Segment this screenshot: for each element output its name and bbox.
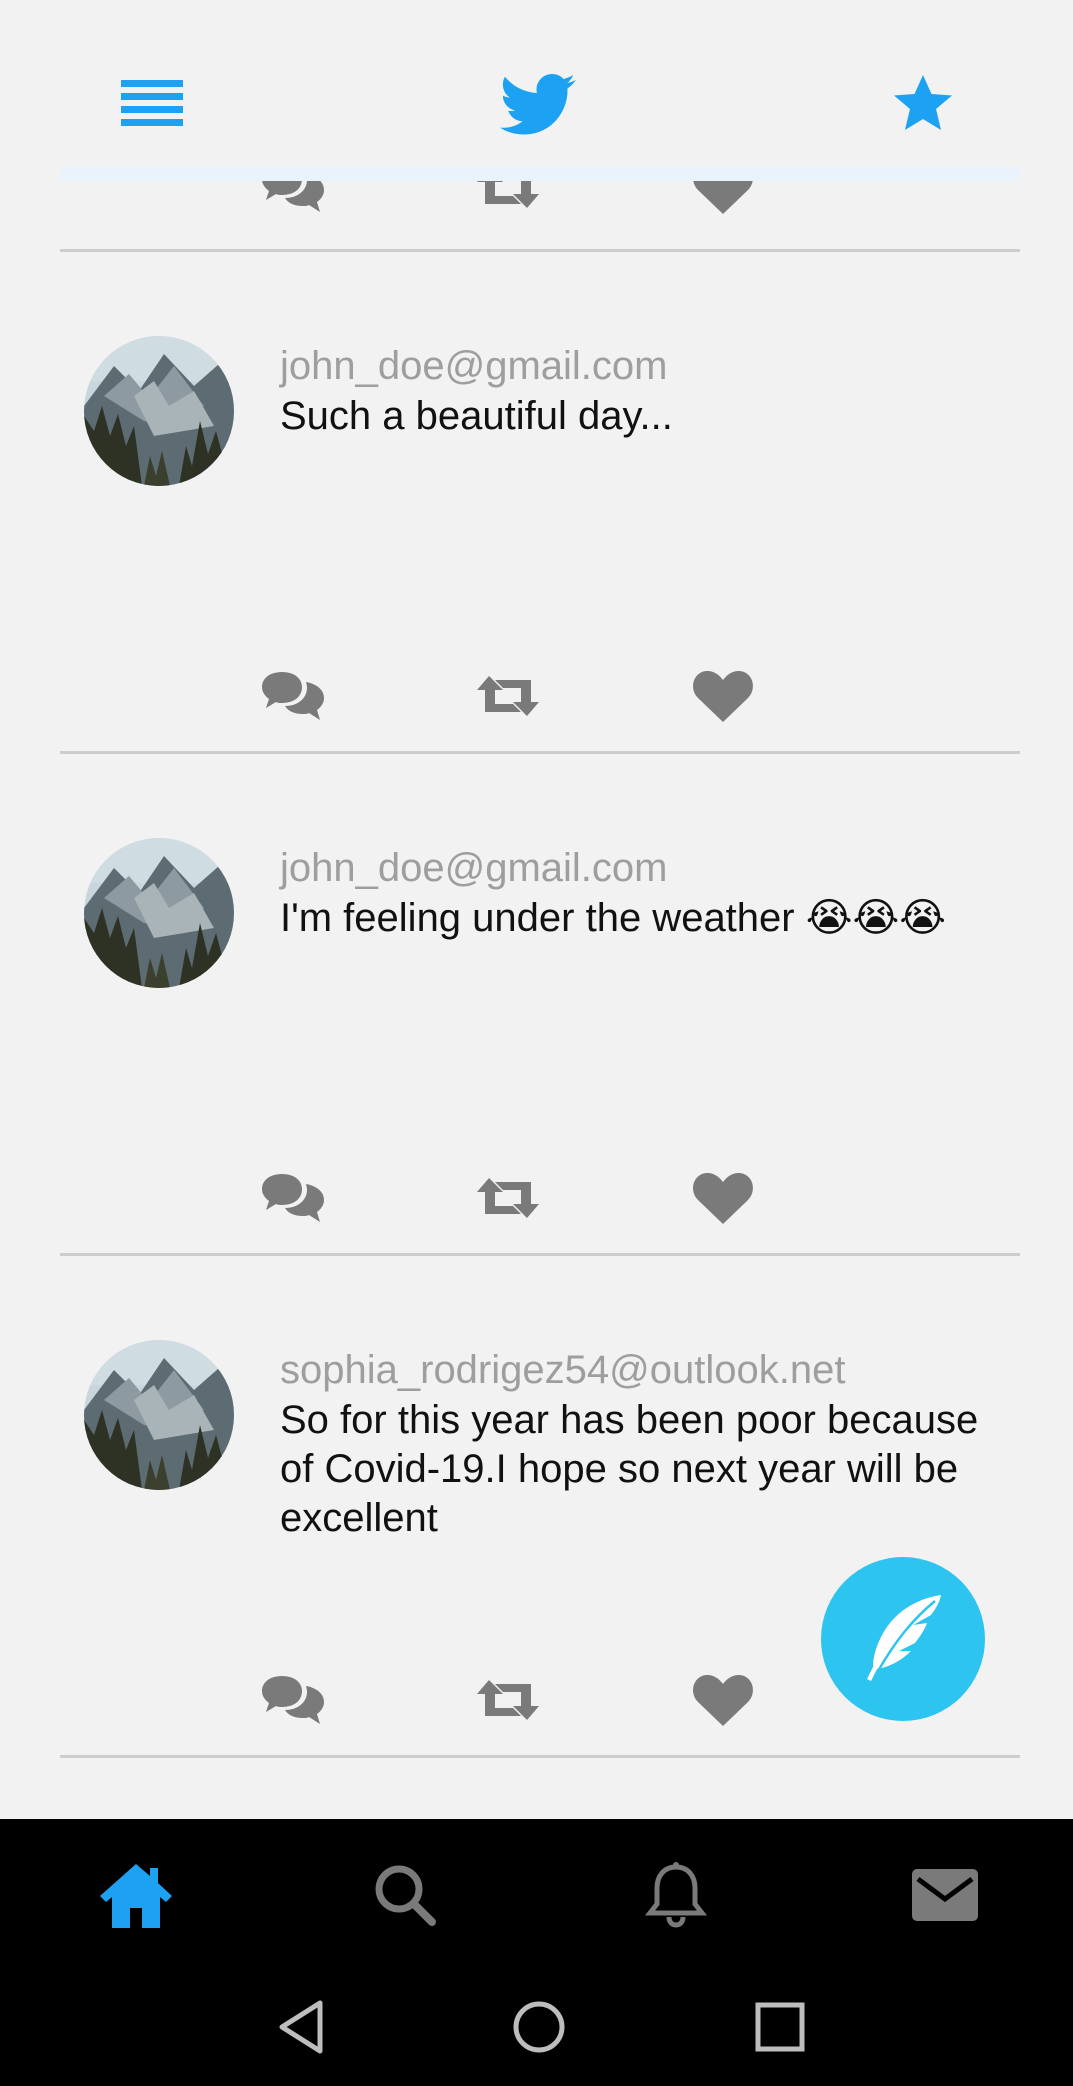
- tweet-actions: [60, 668, 1020, 724]
- reply-icon[interactable]: [260, 1170, 326, 1226]
- tweet-actions: [60, 1170, 1020, 1226]
- retweet-icon[interactable]: [475, 668, 541, 724]
- recents-icon[interactable]: [745, 1992, 815, 2062]
- tweet-text: Such a beautiful day...: [280, 394, 673, 438]
- bottom-navigation: [0, 1819, 1073, 1964]
- compose-tweet-button[interactable]: [821, 1557, 985, 1721]
- avatar[interactable]: [84, 336, 234, 486]
- back-icon[interactable]: [266, 1992, 336, 2062]
- like-icon[interactable]: [690, 1170, 756, 1226]
- tweet-author[interactable]: john_doe@gmail.com: [280, 344, 667, 389]
- reply-icon[interactable]: [260, 668, 326, 724]
- search-icon[interactable]: [365, 1859, 445, 1931]
- top-app-bar: [0, 0, 1073, 170]
- tweet-divider: [60, 1755, 1020, 1758]
- tweet-item[interactable]: john_doe@gmail.com Such a beautiful day.…: [60, 252, 1020, 751]
- retweet-icon[interactable]: [475, 1170, 541, 1226]
- home-icon[interactable]: [96, 1859, 176, 1931]
- system-navigation: [0, 1964, 1073, 2086]
- like-icon[interactable]: [690, 668, 756, 724]
- tweet-author[interactable]: sophia_rodrigez54@outlook.net: [280, 1348, 845, 1393]
- twitter-bird-icon[interactable]: [500, 72, 576, 138]
- like-icon[interactable]: [690, 1672, 756, 1728]
- home-circle-icon[interactable]: [504, 1992, 574, 2062]
- menu-icon[interactable]: [121, 78, 183, 130]
- avatar[interactable]: [84, 838, 234, 988]
- tweet-text: So for this year has been poor because o…: [280, 1398, 979, 1540]
- tweet-author[interactable]: john_doe@gmail.com: [280, 846, 667, 891]
- reply-icon[interactable]: [260, 1672, 326, 1728]
- star-icon[interactable]: [893, 74, 953, 132]
- messages-icon[interactable]: [905, 1859, 985, 1931]
- feather-icon: [855, 1589, 951, 1690]
- header-separator: [60, 167, 1020, 181]
- notifications-icon[interactable]: [636, 1859, 716, 1931]
- tweet-item[interactable]: john_doe@gmail.com I'm feeling under the…: [60, 754, 1020, 1253]
- tweet-text: I'm feeling under the weather 😭😭😭: [280, 896, 946, 940]
- retweet-icon[interactable]: [475, 1672, 541, 1728]
- avatar[interactable]: [84, 1340, 234, 1490]
